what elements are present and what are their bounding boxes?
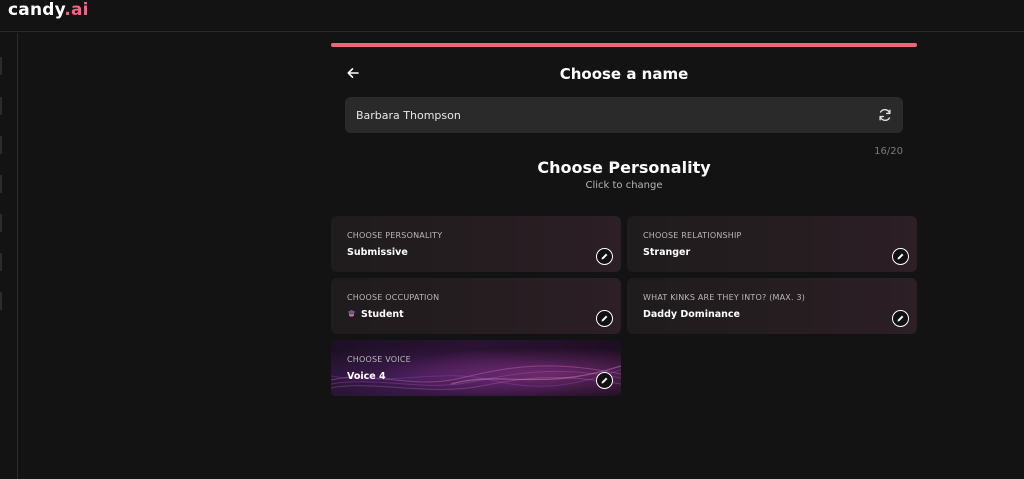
card-value: Student (361, 309, 404, 320)
section-subtitle: Click to change (585, 180, 663, 191)
voice-card[interactable]: CHOOSE VOICE Voice 4 (331, 340, 621, 396)
edit-button[interactable] (596, 310, 613, 327)
pencil-icon (897, 253, 904, 260)
relationship-card[interactable]: CHOOSE RELATIONSHIP Stranger (627, 216, 917, 272)
name-field[interactable] (345, 97, 903, 133)
card-value: Stranger (643, 247, 691, 258)
card-label: CHOOSE RELATIONSHIP (643, 231, 742, 240)
card-value: Daddy Dominance (643, 309, 740, 320)
edit-button[interactable] (892, 310, 909, 327)
sidebar-item[interactable] (0, 175, 2, 193)
page-title: Choose a name (559, 65, 689, 83)
pencil-icon (601, 253, 608, 260)
kinks-card[interactable]: WHAT KINKS ARE THEY INTO? (MAX. 3) Daddy… (627, 278, 917, 334)
sidebar-item[interactable] (0, 214, 2, 232)
edit-button[interactable] (596, 372, 613, 389)
name-input[interactable] (345, 97, 865, 133)
logo-name: candy (8, 0, 65, 20)
card-value-row: Student (347, 309, 404, 320)
sidebar (0, 33, 18, 479)
pencil-icon (601, 315, 608, 322)
section-title: Choose Personality (537, 158, 711, 177)
card-label: CHOOSE VOICE (347, 355, 411, 364)
sidebar-item[interactable] (0, 57, 2, 75)
sidebar-item[interactable] (0, 253, 2, 271)
sidebar-item[interactable] (0, 97, 2, 115)
card-label: CHOOSE OCCUPATION (347, 293, 440, 302)
sidebar-item[interactable] (0, 292, 2, 310)
occupation-card[interactable]: CHOOSE OCCUPATION Student (331, 278, 621, 334)
refresh-name-button[interactable] (877, 107, 893, 123)
pencil-icon (897, 315, 904, 322)
top-bar: candy.ai (0, 0, 1024, 32)
progress-bar (331, 43, 917, 47)
pencil-icon (601, 377, 608, 384)
refresh-icon (879, 108, 891, 122)
card-label: WHAT KINKS ARE THEY INTO? (MAX. 3) (643, 293, 806, 302)
card-label: CHOOSE PERSONALITY (347, 231, 443, 240)
card-value: Voice 4 (347, 371, 386, 382)
sound-wave-graphic (331, 365, 621, 390)
graduation-icon (347, 309, 356, 317)
sidebar-item[interactable] (0, 136, 2, 154)
edit-button[interactable] (596, 248, 613, 265)
logo[interactable]: candy.ai (8, 0, 89, 20)
character-counter: 16/20 (874, 146, 903, 157)
personality-card[interactable]: CHOOSE PERSONALITY Submissive (331, 216, 621, 272)
edit-button[interactable] (892, 248, 909, 265)
logo-suffix: .ai (64, 0, 89, 20)
card-value: Submissive (347, 247, 408, 258)
